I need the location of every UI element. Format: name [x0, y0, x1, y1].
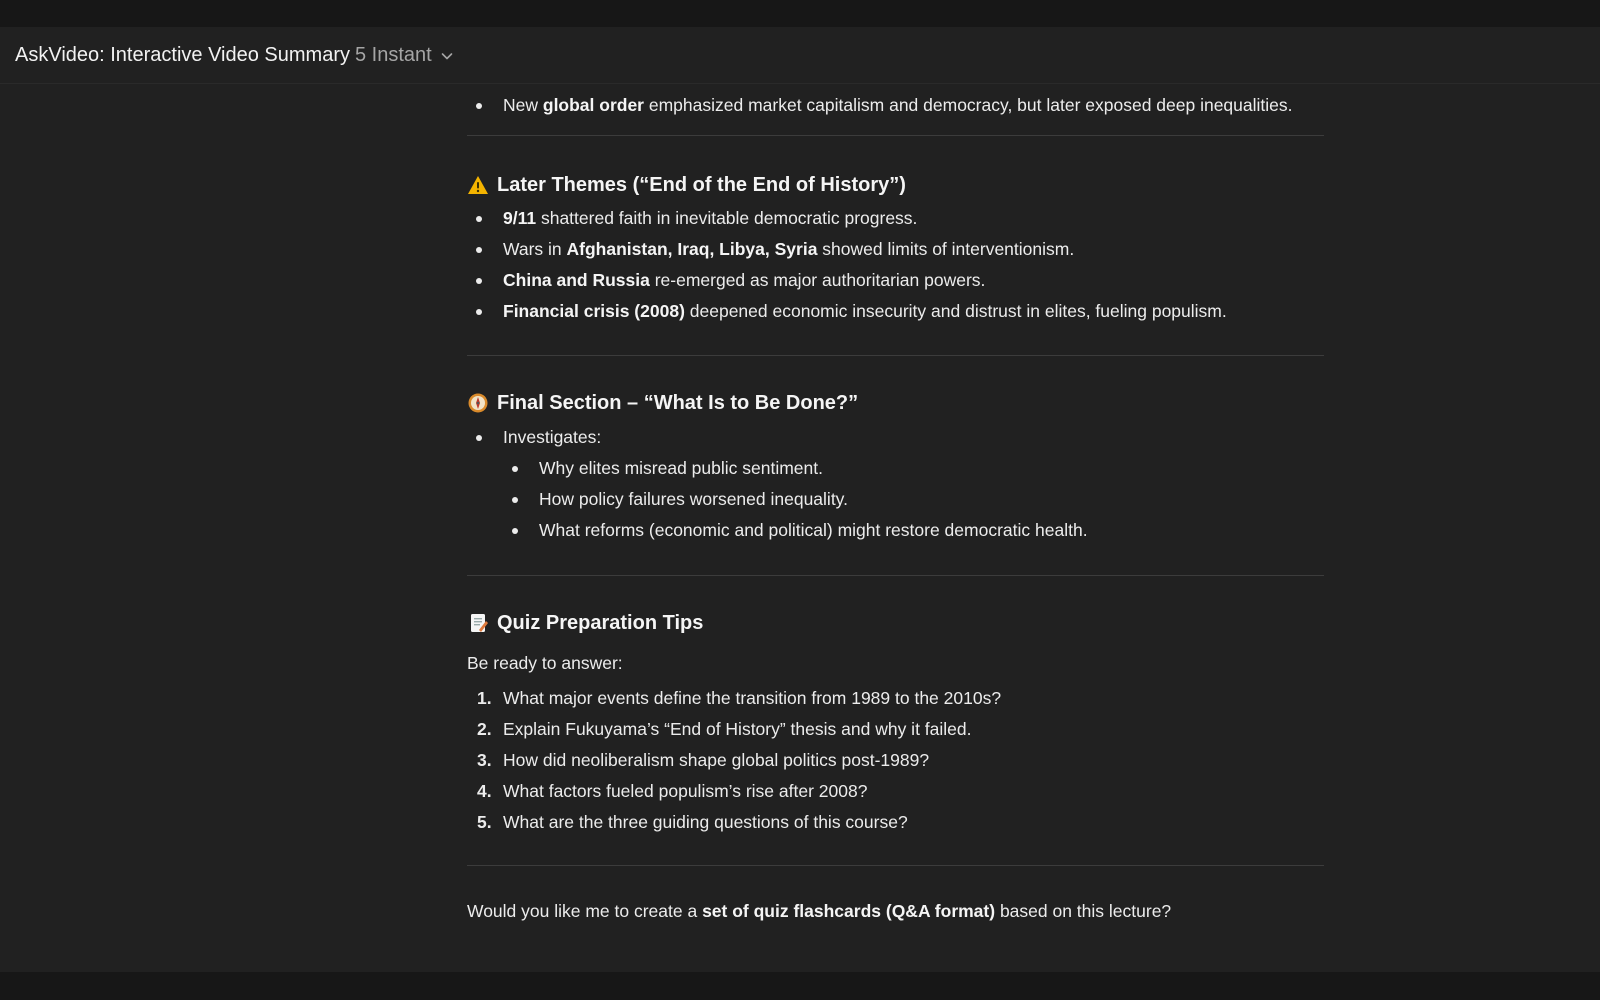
- item-bold-text: 9/11: [503, 208, 537, 228]
- list-number: 3.: [477, 750, 492, 770]
- section-title: Final Section – “What Is to Be Done?”: [497, 391, 859, 414]
- item-text: Explain Fukuyama’s “End of History” thes…: [503, 719, 972, 739]
- section-title: Quiz Preparation Tips: [497, 611, 704, 634]
- item-bold-text: Afghanistan, Iraq, Libya, Syria: [566, 239, 818, 259]
- chat-header: AskVideo: Interactive Video Summary 5 In…: [0, 27, 1600, 84]
- item-text: Investigates:: [503, 427, 602, 447]
- list-item: 5. What are the three guiding questions o…: [467, 807, 1324, 838]
- list-item: Financial crisis (2008) deepened economi…: [467, 296, 1324, 327]
- list-item: 3. How did neoliberalism shape global pol…: [467, 745, 1324, 776]
- nested-list-item: Why elites misread public sentiment.: [503, 453, 1324, 484]
- compass-icon: [467, 392, 489, 414]
- nested-list-item: What reforms (economic and political) mi…: [503, 515, 1324, 546]
- closing-bold-text: set of quiz flashcards (Q&A format): [702, 901, 996, 921]
- nested-list: Why elites misread public sentiment. How…: [503, 453, 1324, 546]
- item-text: Wars in: [503, 239, 567, 259]
- section-heading-later-themes: Later Themes (“End of the End of History…: [467, 170, 1324, 200]
- item-text: emphasized market capitalism and democra…: [644, 95, 1293, 115]
- list-number: 1.: [477, 688, 492, 708]
- warning-icon: [467, 174, 489, 196]
- list-item: Wars in Afghanistan, Iraq, Libya, Syria …: [467, 234, 1324, 265]
- item-bold-text: China and Russia: [503, 270, 650, 290]
- item-bold-text: Financial crisis (2008): [503, 301, 685, 321]
- window-bottom-strip: [0, 972, 1600, 1000]
- app-title: AskVideo: Interactive Video Summary: [15, 43, 350, 66]
- quiz-intro: Be ready to answer:: [467, 653, 623, 673]
- list-number: 4.: [477, 781, 492, 801]
- chevron-down-icon: [439, 47, 455, 63]
- section-divider: [467, 865, 1324, 866]
- item-text: What major events define the transition …: [503, 688, 1002, 708]
- item-text: How did neoliberalism shape global polit…: [503, 750, 930, 770]
- later-themes-list: 9/11 shattered faith in inevitable democ…: [467, 203, 1324, 327]
- section-heading-quiz-tips: Quiz Preparation Tips: [467, 608, 1324, 638]
- item-text: re-emerged as major authoritarian powers…: [649, 270, 986, 290]
- item-text: deepened economic insecurity and distrus…: [684, 301, 1227, 321]
- section-heading-final-section: Final Section – “What Is to Be Done?”: [467, 388, 1324, 418]
- window-top-strip: [0, 0, 1600, 27]
- model-switcher-button[interactable]: AskVideo: Interactive Video Summary 5 In…: [15, 35, 455, 75]
- section-divider: [467, 355, 1324, 356]
- item-text: What are the three guiding questions of …: [503, 812, 908, 832]
- final-section-list: Investigates: Why elites misread public …: [467, 422, 1324, 546]
- item-text: shattered faith in inevitable democratic…: [536, 208, 918, 228]
- list-item: 9/11 shattered faith in inevitable democ…: [467, 203, 1324, 234]
- closing-text: Would you like me to create a: [467, 901, 703, 921]
- list-item: 4. What factors fueled populism’s rise af…: [467, 776, 1324, 807]
- item-bold-text: global order: [542, 95, 644, 115]
- list-number: 2.: [477, 719, 492, 739]
- list-item: New global order emphasized market capit…: [467, 90, 1324, 121]
- list-number: 5.: [477, 812, 492, 832]
- memo-icon: [467, 612, 489, 634]
- list-item: 1. What major events define the transitio…: [467, 683, 1324, 714]
- quiz-questions-list: 1. What major events define the transitio…: [467, 683, 1324, 838]
- item-text: What factors fueled populism’s rise afte…: [503, 781, 868, 801]
- model-name: 5 Instant: [354, 43, 432, 66]
- list-item: 2. Explain Fukuyama’s “End of History” th…: [467, 714, 1324, 745]
- section-title: Later Themes (“End of the End of History…: [497, 173, 906, 196]
- item-text: showed limits of interventionism.: [817, 239, 1075, 259]
- top-partial-list: New global order emphasized market capit…: [467, 90, 1324, 121]
- closing-question: Would you like me to create a set of qui…: [467, 896, 1324, 927]
- assistant-message: New global order emphasized market capit…: [467, 60, 1324, 927]
- nested-list-item: How policy failures worsened inequality.: [503, 484, 1324, 515]
- item-text: New: [503, 95, 543, 115]
- list-item: China and Russia re-emerged as major aut…: [467, 265, 1324, 296]
- section-divider: [467, 575, 1324, 576]
- list-item: Investigates: Why elites misread public …: [467, 422, 1324, 546]
- section-divider: [467, 135, 1324, 136]
- closing-text: based on this lecture?: [995, 901, 1172, 921]
